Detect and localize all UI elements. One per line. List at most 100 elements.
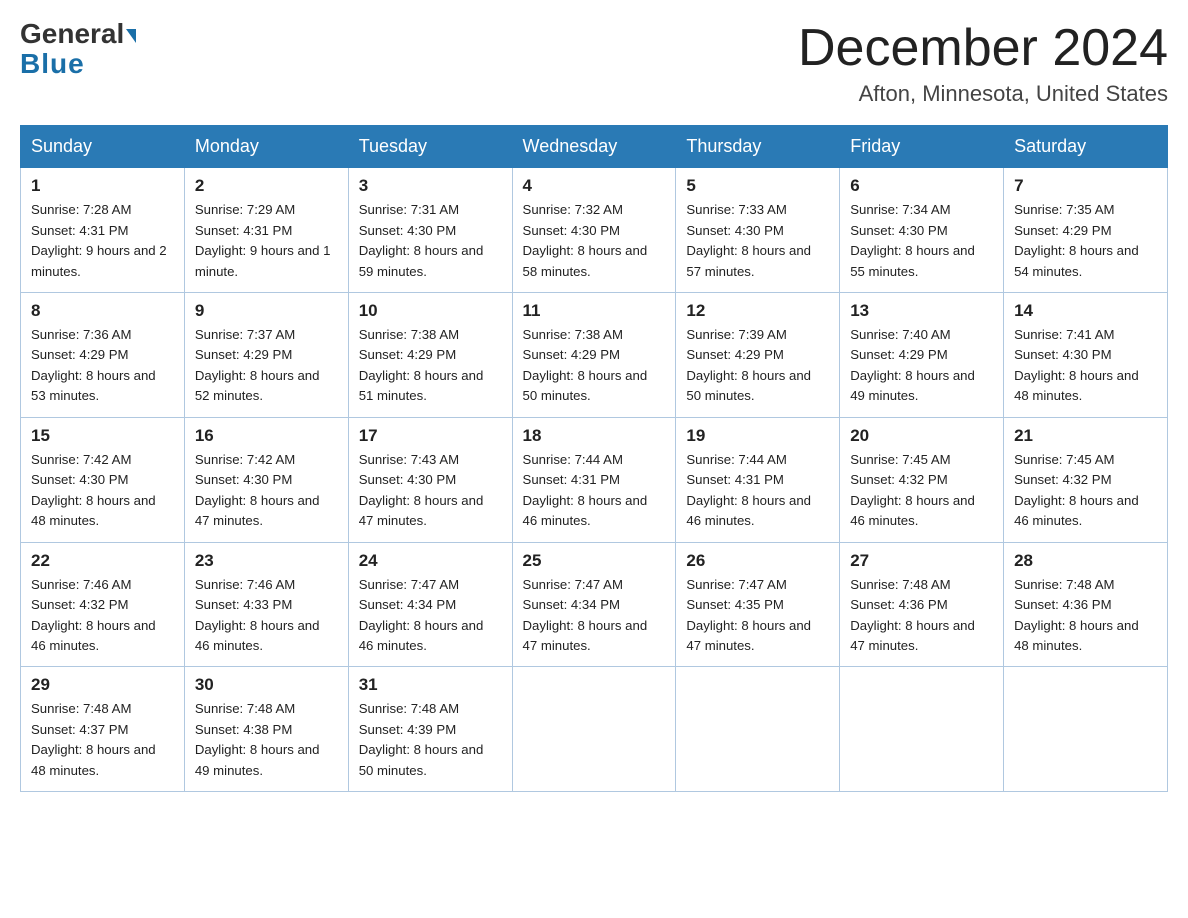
day-number: 8 — [31, 301, 174, 321]
calendar-cell: 1 Sunrise: 7:28 AMSunset: 4:31 PMDaylight… — [21, 168, 185, 293]
day-number: 12 — [686, 301, 829, 321]
calendar-cell: 8 Sunrise: 7:36 AMSunset: 4:29 PMDaylight… — [21, 293, 185, 418]
logo-blue-text: Blue — [20, 48, 85, 80]
day-number: 26 — [686, 551, 829, 571]
day-number: 28 — [1014, 551, 1157, 571]
day-info: Sunrise: 7:29 AMSunset: 4:31 PMDaylight:… — [195, 200, 338, 282]
weekday-header-saturday: Saturday — [1004, 126, 1168, 168]
day-number: 18 — [523, 426, 666, 446]
day-number: 27 — [850, 551, 993, 571]
calendar-cell: 22 Sunrise: 7:46 AMSunset: 4:32 PMDayligh… — [21, 542, 185, 667]
calendar-cell: 24 Sunrise: 7:47 AMSunset: 4:34 PMDayligh… — [348, 542, 512, 667]
calendar-cell: 12Sunrise: 7:39 AMSunset: 4:29 PMDayligh… — [676, 293, 840, 418]
calendar-cell: 30 Sunrise: 7:48 AMSunset: 4:38 PMDayligh… — [184, 667, 348, 792]
calendar-cell: 26Sunrise: 7:47 AMSunset: 4:35 PMDayligh… — [676, 542, 840, 667]
weekday-header-sunday: Sunday — [21, 126, 185, 168]
calendar-cell: 4Sunrise: 7:32 AMSunset: 4:30 PMDaylight… — [512, 168, 676, 293]
calendar-cell: 2 Sunrise: 7:29 AMSunset: 4:31 PMDaylight… — [184, 168, 348, 293]
day-number: 15 — [31, 426, 174, 446]
calendar-cell: 27 Sunrise: 7:48 AMSunset: 4:36 PMDayligh… — [840, 542, 1004, 667]
day-info: Sunrise: 7:47 AMSunset: 4:34 PMDaylight:… — [359, 575, 502, 657]
day-info: Sunrise: 7:46 AMSunset: 4:32 PMDaylight:… — [31, 575, 174, 657]
calendar-cell: 9Sunrise: 7:37 AMSunset: 4:29 PMDaylight… — [184, 293, 348, 418]
weekday-header-thursday: Thursday — [676, 126, 840, 168]
day-number: 16 — [195, 426, 338, 446]
week-row-4: 22 Sunrise: 7:46 AMSunset: 4:32 PMDayligh… — [21, 542, 1168, 667]
calendar-cell: 5 Sunrise: 7:33 AMSunset: 4:30 PMDaylight… — [676, 168, 840, 293]
calendar-cell: 17 Sunrise: 7:43 AMSunset: 4:30 PMDayligh… — [348, 417, 512, 542]
day-number: 21 — [1014, 426, 1157, 446]
day-number: 11 — [523, 301, 666, 321]
title-block: December 2024 Afton, Minnesota, United S… — [798, 20, 1168, 107]
day-info: Sunrise: 7:42 AMSunset: 4:30 PMDaylight:… — [31, 450, 174, 532]
day-number: 29 — [31, 675, 174, 695]
day-info: Sunrise: 7:33 AMSunset: 4:30 PMDaylight:… — [686, 200, 829, 282]
day-number: 10 — [359, 301, 502, 321]
day-number: 14 — [1014, 301, 1157, 321]
day-info: Sunrise: 7:48 AMSunset: 4:36 PMDaylight:… — [1014, 575, 1157, 657]
calendar-cell: 15 Sunrise: 7:42 AMSunset: 4:30 PMDayligh… — [21, 417, 185, 542]
day-number: 31 — [359, 675, 502, 695]
logo: General Blue — [20, 20, 136, 80]
day-number: 13 — [850, 301, 993, 321]
day-number: 22 — [31, 551, 174, 571]
logo-general-text: General — [20, 20, 136, 48]
calendar-cell — [676, 667, 840, 792]
day-info: Sunrise: 7:36 AMSunset: 4:29 PMDaylight:… — [31, 325, 174, 407]
day-number: 23 — [195, 551, 338, 571]
calendar-cell — [840, 667, 1004, 792]
calendar-cell: 28 Sunrise: 7:48 AMSunset: 4:36 PMDayligh… — [1004, 542, 1168, 667]
week-row-3: 15 Sunrise: 7:42 AMSunset: 4:30 PMDayligh… — [21, 417, 1168, 542]
weekday-header-row: SundayMondayTuesdayWednesdayThursdayFrid… — [21, 126, 1168, 168]
logo-triangle-icon — [126, 29, 136, 43]
day-number: 5 — [686, 176, 829, 196]
day-info: Sunrise: 7:48 AMSunset: 4:36 PMDaylight:… — [850, 575, 993, 657]
calendar-cell: 10 Sunrise: 7:38 AMSunset: 4:29 PMDayligh… — [348, 293, 512, 418]
calendar-cell: 19 Sunrise: 7:44 AMSunset: 4:31 PMDayligh… — [676, 417, 840, 542]
calendar-cell — [512, 667, 676, 792]
day-info: Sunrise: 7:43 AMSunset: 4:30 PMDaylight:… — [359, 450, 502, 532]
calendar-cell: 29Sunrise: 7:48 AMSunset: 4:37 PMDayligh… — [21, 667, 185, 792]
day-info: Sunrise: 7:31 AMSunset: 4:30 PMDaylight:… — [359, 200, 502, 282]
day-info: Sunrise: 7:48 AMSunset: 4:39 PMDaylight:… — [359, 699, 502, 781]
day-number: 19 — [686, 426, 829, 446]
week-row-1: 1 Sunrise: 7:28 AMSunset: 4:31 PMDaylight… — [21, 168, 1168, 293]
day-number: 17 — [359, 426, 502, 446]
calendar-cell: 20Sunrise: 7:45 AMSunset: 4:32 PMDayligh… — [840, 417, 1004, 542]
calendar-cell: 7Sunrise: 7:35 AMSunset: 4:29 PMDaylight… — [1004, 168, 1168, 293]
day-number: 25 — [523, 551, 666, 571]
weekday-header-wednesday: Wednesday — [512, 126, 676, 168]
calendar-cell: 21 Sunrise: 7:45 AMSunset: 4:32 PMDayligh… — [1004, 417, 1168, 542]
day-number: 1 — [31, 176, 174, 196]
week-row-2: 8 Sunrise: 7:36 AMSunset: 4:29 PMDaylight… — [21, 293, 1168, 418]
day-info: Sunrise: 7:44 AMSunset: 4:31 PMDaylight:… — [686, 450, 829, 532]
day-number: 7 — [1014, 176, 1157, 196]
day-number: 4 — [523, 176, 666, 196]
weekday-header-monday: Monday — [184, 126, 348, 168]
day-info: Sunrise: 7:48 AMSunset: 4:38 PMDaylight:… — [195, 699, 338, 781]
calendar-cell: 18 Sunrise: 7:44 AMSunset: 4:31 PMDayligh… — [512, 417, 676, 542]
day-info: Sunrise: 7:42 AMSunset: 4:30 PMDaylight:… — [195, 450, 338, 532]
day-info: Sunrise: 7:46 AMSunset: 4:33 PMDaylight:… — [195, 575, 338, 657]
day-number: 3 — [359, 176, 502, 196]
calendar-cell: 25Sunrise: 7:47 AMSunset: 4:34 PMDayligh… — [512, 542, 676, 667]
day-info: Sunrise: 7:45 AMSunset: 4:32 PMDaylight:… — [1014, 450, 1157, 532]
calendar-cell: 14Sunrise: 7:41 AMSunset: 4:30 PMDayligh… — [1004, 293, 1168, 418]
calendar-cell — [1004, 667, 1168, 792]
day-info: Sunrise: 7:45 AMSunset: 4:32 PMDaylight:… — [850, 450, 993, 532]
day-info: Sunrise: 7:28 AMSunset: 4:31 PMDaylight:… — [31, 200, 174, 282]
calendar-cell: 13Sunrise: 7:40 AMSunset: 4:29 PMDayligh… — [840, 293, 1004, 418]
day-number: 24 — [359, 551, 502, 571]
week-row-5: 29Sunrise: 7:48 AMSunset: 4:37 PMDayligh… — [21, 667, 1168, 792]
location-subtitle: Afton, Minnesota, United States — [798, 81, 1168, 107]
day-info: Sunrise: 7:38 AMSunset: 4:29 PMDaylight:… — [359, 325, 502, 407]
day-number: 2 — [195, 176, 338, 196]
calendar-cell: 16 Sunrise: 7:42 AMSunset: 4:30 PMDayligh… — [184, 417, 348, 542]
calendar-cell: 23 Sunrise: 7:46 AMSunset: 4:33 PMDayligh… — [184, 542, 348, 667]
day-number: 30 — [195, 675, 338, 695]
month-title: December 2024 — [798, 20, 1168, 77]
day-info: Sunrise: 7:44 AMSunset: 4:31 PMDaylight:… — [523, 450, 666, 532]
day-number: 9 — [195, 301, 338, 321]
day-info: Sunrise: 7:38 AMSunset: 4:29 PMDaylight:… — [523, 325, 666, 407]
calendar-table: SundayMondayTuesdayWednesdayThursdayFrid… — [20, 125, 1168, 792]
